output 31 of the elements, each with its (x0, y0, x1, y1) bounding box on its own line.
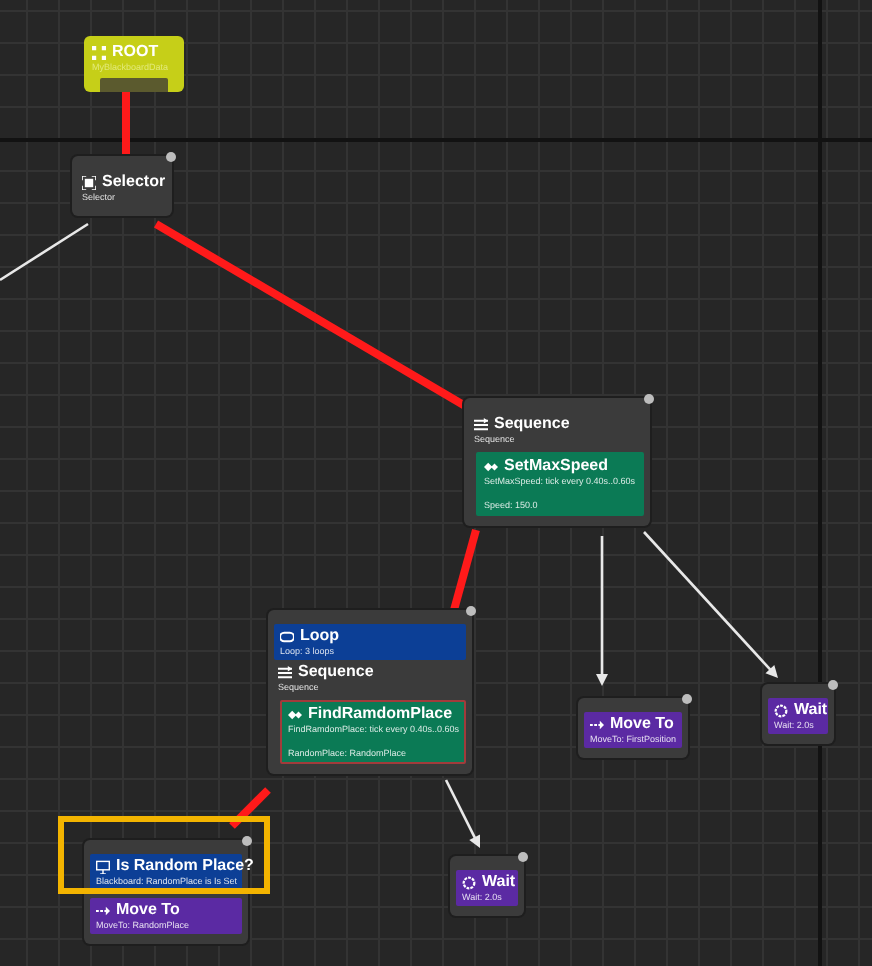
decorator-title: Loop (300, 626, 340, 646)
pin-dot[interactable] (242, 836, 252, 846)
pin-dot[interactable] (518, 852, 528, 862)
grid-icon (92, 45, 106, 59)
pin-dot[interactable] (166, 152, 176, 162)
pin-dot[interactable] (682, 694, 692, 704)
diamond-icon (484, 459, 498, 473)
loop-icon (280, 629, 294, 643)
pin-dot[interactable] (828, 680, 838, 690)
service-title: SetMaxSpeed (504, 456, 609, 476)
node-title: Sequence (494, 414, 570, 434)
arrow-icon (590, 717, 604, 731)
sequence-icon (278, 665, 292, 679)
node-title: ROOT (112, 42, 159, 62)
circle-icon (774, 703, 788, 717)
selector-icon (82, 175, 96, 189)
task-title: Wait (794, 700, 828, 720)
decorator-title: Is Random Place? (116, 856, 254, 876)
node-title: Sequence (298, 662, 374, 682)
circle-icon (462, 875, 476, 889)
monitor-icon (96, 859, 110, 873)
task-title: Move To (610, 714, 674, 734)
sequence-icon (474, 417, 488, 431)
node-title: Selector (102, 172, 166, 192)
pin-dot[interactable] (466, 606, 476, 616)
service-title: FindRamdomPlace (308, 704, 453, 724)
task-title: Move To (116, 900, 180, 920)
task-title: Wait (482, 872, 516, 892)
arrow-icon (96, 903, 110, 917)
diamond-icon (288, 707, 302, 721)
pin-dot[interactable] (644, 394, 654, 404)
